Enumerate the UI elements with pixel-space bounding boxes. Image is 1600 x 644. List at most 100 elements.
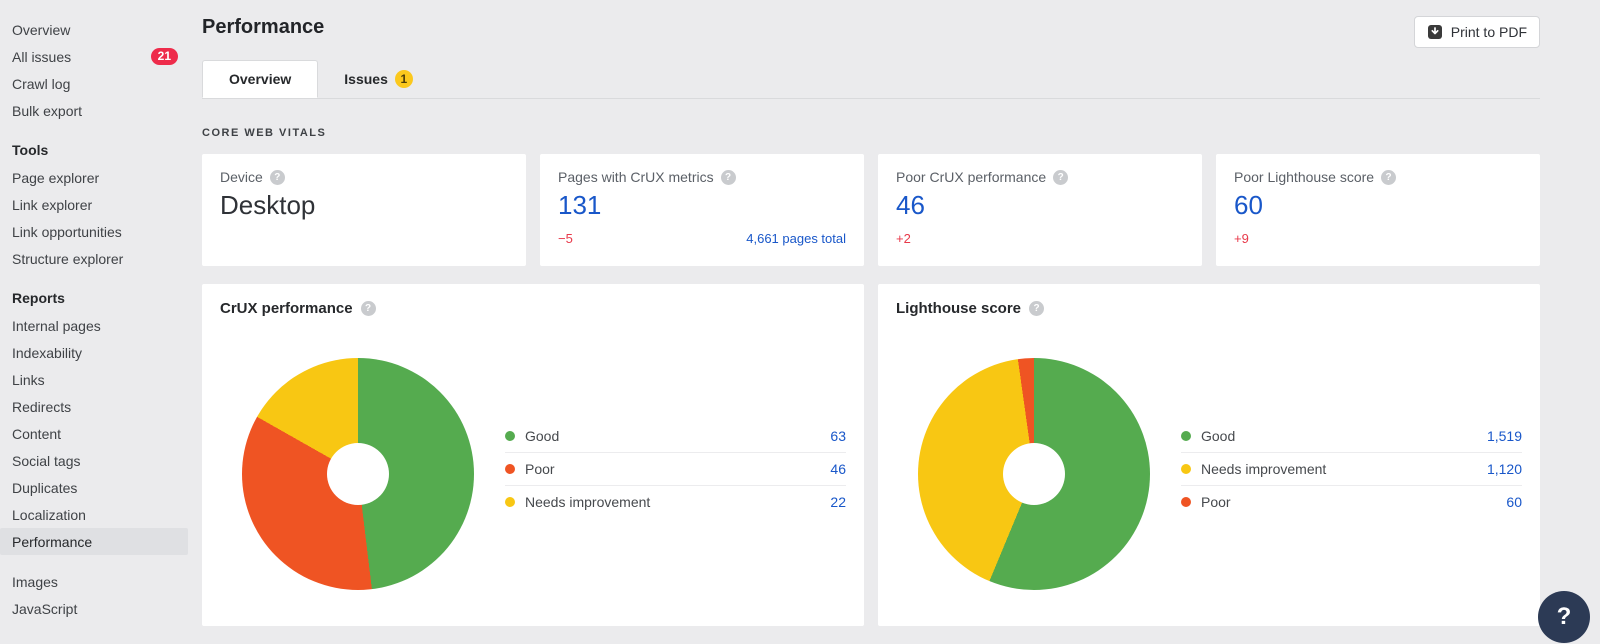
metric-card-poor-crux-label: Poor CrUX performance [896,169,1046,185]
sidebar-item-label: All issues [12,49,151,65]
sidebar-item-all-issues[interactable]: All issues21 [0,43,188,70]
legend-dot [1181,431,1191,441]
metric-card-crux-pages-header: Pages with CrUX metrics ? [558,169,846,185]
metric-card-poor-lighthouse: Poor Lighthouse score ? 60 +9 [1216,154,1540,266]
tab-issues[interactable]: Issues 1 [318,60,439,98]
tabstrip: Overview Issues 1 [202,60,1540,99]
poor-crux-value[interactable]: 46 [896,190,1184,221]
sidebar-item-images[interactable]: Images [0,568,188,595]
file-download-icon [1427,24,1443,40]
legend-value-link[interactable]: 1,519 [1487,428,1522,444]
crux-performance-donut[interactable] [242,358,474,590]
sidebar-group-gap [0,555,190,568]
help-icon[interactable]: ? [270,170,285,185]
print-to-pdf-button[interactable]: Print to PDF [1414,16,1540,48]
sidebar-item-label: Crawl log [12,76,178,92]
sidebar-item-label: Page explorer [12,170,178,186]
sidebar-item-page-explorer[interactable]: Page explorer [0,164,188,191]
lighthouse-score-chart-card: Lighthouse score ? Good1,519 Needs improv… [878,284,1540,626]
metric-card-poor-crux: Poor CrUX performance ? 46 +2 [878,154,1202,266]
pages-total-link[interactable]: 4,661 pages total [746,231,846,246]
sidebar-item-label: Performance [12,534,178,550]
metric-card-poor-lighthouse-label: Poor Lighthouse score [1234,169,1374,185]
metric-card-crux-pages: Pages with CrUX metrics ? 131 −5 4,661 p… [540,154,864,266]
sidebar-item-structure-explorer[interactable]: Structure explorer [0,245,188,272]
sidebar-item-label: Localization [12,507,178,523]
legend-value-link[interactable]: 60 [1506,494,1522,510]
chart-cards-row: CrUX performance ? Good63Poor46Needs imp… [202,284,1540,626]
legend-label: Good [1201,428,1487,444]
legend-label: Good [525,428,830,444]
crux-pages-delta: −5 [558,231,573,246]
page-header: Performance Print to PDF [202,0,1540,48]
poor-crux-delta: +2 [896,231,911,246]
help-icon[interactable]: ? [1381,170,1396,185]
issues-count-badge: 21 [151,48,178,65]
sidebar-item-localization[interactable]: Localization [0,501,188,528]
metric-card-poor-crux-header: Poor CrUX performance ? [896,169,1184,185]
sidebar-item-internal-pages[interactable]: Internal pages [0,312,188,339]
sidebar-item-performance[interactable]: Performance [0,528,188,555]
sidebar-item-label: JavaScript [12,601,178,617]
sidebar-item-label: Link explorer [12,197,178,213]
print-to-pdf-label: Print to PDF [1451,24,1527,40]
lighthouse-score-legend: Good1,519 Needs improvement1,120 Poor60 [1181,419,1522,518]
legend-label: Poor [1201,494,1506,510]
help-icon[interactable]: ? [721,170,736,185]
lighthouse-score-donut[interactable] [918,358,1150,590]
page-title: Performance [202,16,324,39]
legend-value-link[interactable]: 1,120 [1487,461,1522,477]
legend-label: Poor [525,461,830,477]
help-icon[interactable]: ? [1053,170,1068,185]
metric-cards-row: Device ? Desktop Pages with CrUX metrics… [202,154,1540,266]
legend-dot [1181,497,1191,507]
sidebar-item-label: Redirects [12,399,178,415]
legend-value-link[interactable]: 63 [830,428,846,444]
device-value: Desktop [220,190,508,221]
legend-row-poor: Poor46 [505,452,846,485]
sidebar-nav: OverviewAll issues21Crawl logBulk export… [0,0,190,622]
metric-card-device-header: Device ? [220,169,508,185]
sidebar-item-label: Link opportunities [12,224,178,240]
sidebar-item-label: Content [12,426,178,442]
sidebar-group-header-tools: Tools [0,137,190,164]
sidebar-group-header-reports: Reports [0,285,190,312]
sidebar-item-overview[interactable]: Overview [0,16,188,43]
metric-card-poor-lighthouse-header: Poor Lighthouse score ? [1234,169,1522,185]
help-icon[interactable]: ? [1029,301,1044,316]
sidebar-item-redirects[interactable]: Redirects [0,393,188,420]
legend-value-link[interactable]: 22 [830,494,846,510]
sidebar-item-javascript[interactable]: JavaScript [0,595,188,622]
crux-performance-chart-header: CrUX performance ? [220,300,846,317]
sidebar-item-link-explorer[interactable]: Link explorer [0,191,188,218]
site-audit-page: OverviewAll issues21Crawl logBulk export… [0,0,1600,644]
tab-overview[interactable]: Overview [202,60,318,98]
legend-dot [505,497,515,507]
sidebar-item-indexability[interactable]: Indexability [0,339,188,366]
sidebar-item-label: Structure explorer [12,251,178,267]
legend-row-needs-improvement: Needs improvement22 [505,485,846,518]
crux-pages-bottom-row: −5 4,661 pages total [558,231,846,246]
sidebar-item-duplicates[interactable]: Duplicates [0,474,188,501]
sidebar-item-crawl-log[interactable]: Crawl log [0,70,188,97]
help-button[interactable]: ? [1538,591,1590,643]
sidebar-item-links[interactable]: Links [0,366,188,393]
sidebar-item-link-opportunities[interactable]: Link opportunities [0,218,188,245]
crux-pages-value[interactable]: 131 [558,190,846,221]
legend-row-poor: Poor60 [1181,485,1522,518]
sidebar-item-content[interactable]: Content [0,420,188,447]
issues-tab-badge: 1 [395,70,413,88]
help-icon[interactable]: ? [361,301,376,316]
lighthouse-score-chart-header: Lighthouse score ? [896,300,1522,317]
poor-lighthouse-value[interactable]: 60 [1234,190,1522,221]
sidebar-item-social-tags[interactable]: Social tags [0,447,188,474]
tab-issues-label: Issues [344,71,388,87]
legend-value-link[interactable]: 46 [830,461,846,477]
sidebar-item-bulk-export[interactable]: Bulk export [0,97,188,124]
metric-card-device: Device ? Desktop [202,154,526,266]
main-area: Performance Print to PDF Overview [190,0,1600,644]
poor-lighthouse-delta: +9 [1234,231,1249,246]
legend-dot [505,431,515,441]
legend-label: Needs improvement [1201,461,1487,477]
poor-lighthouse-bottom-row: +9 [1234,231,1522,246]
